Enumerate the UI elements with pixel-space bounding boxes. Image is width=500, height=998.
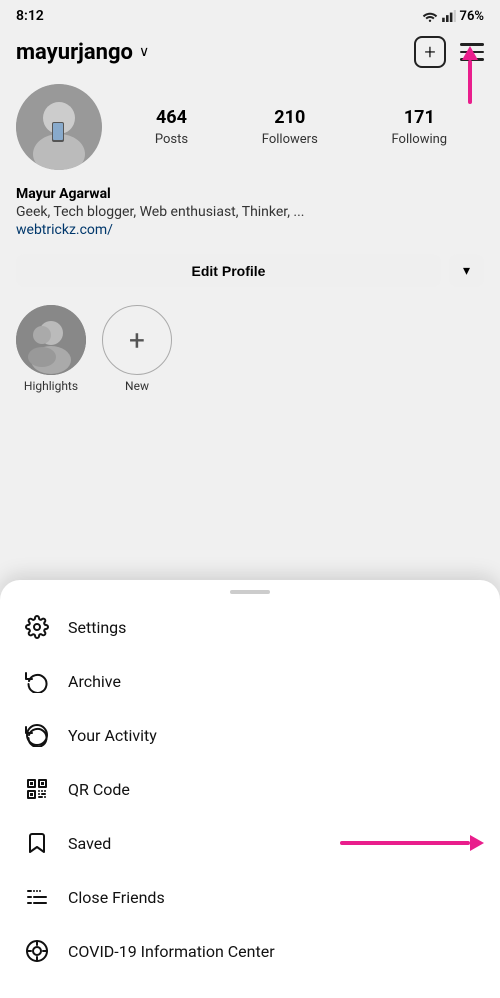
settings-label: Settings [68, 618, 126, 637]
menu-item-closefriends[interactable]: Close Friends [0, 870, 500, 924]
avatar-image [16, 84, 102, 170]
add-highlight-icon: + [129, 324, 145, 357]
battery-text: 76% [460, 9, 484, 24]
posts-count: 464 [155, 107, 188, 128]
profile-bio: Mayur Agarwal Geek, Tech blogger, Web en… [0, 182, 500, 248]
highlights-row: Highlights + New [0, 297, 500, 403]
hamburger-line-1 [460, 43, 484, 46]
bio-link[interactable]: webtrickz.com/ [16, 222, 484, 238]
saved-icon [24, 830, 50, 856]
signal-icon [442, 10, 456, 22]
closefriends-icon [24, 884, 50, 910]
qrcode-label: QR Code [68, 780, 130, 799]
qrcode-icon [24, 776, 50, 802]
highlight-item-0[interactable]: Highlights [16, 305, 86, 393]
menu-item-qrcode[interactable]: QR Code [0, 762, 500, 816]
archive-icon [24, 668, 50, 694]
edit-profile-button[interactable]: Edit Profile [16, 254, 441, 287]
hamburger-line-2 [460, 51, 484, 54]
following-stat[interactable]: 171 Following [392, 107, 448, 147]
menu-item-saved[interactable]: Saved [0, 816, 500, 870]
highlight-item-1[interactable]: + New [102, 305, 172, 393]
archive-label: Archive [68, 672, 121, 691]
highlight-image-0 [16, 305, 86, 375]
profile-stats: 464 Posts 210 Followers 171 Following [0, 76, 500, 182]
status-time: 8:12 [16, 8, 44, 24]
following-label: Following [392, 132, 448, 147]
avatar[interactable] [16, 84, 102, 170]
menu-item-activity[interactable]: Your Activity [0, 708, 500, 762]
highlight-circle-0 [16, 305, 86, 375]
highlight-label-1: New [125, 379, 149, 393]
following-count: 171 [392, 107, 448, 128]
dropdown-icon: ▾ [463, 262, 470, 278]
header-icons: + [414, 36, 484, 68]
username-row[interactable]: mayurjango ∨ [16, 40, 149, 65]
profile-header: mayurjango ∨ + [0, 28, 500, 76]
bottom-sheet-handle [230, 590, 270, 594]
edit-profile-row: Edit Profile ▾ [0, 248, 500, 297]
saved-label: Saved [68, 834, 111, 853]
bio-text: Geek, Tech blogger, Web enthusiast, Thin… [16, 204, 484, 220]
hamburger-line-3 [460, 58, 484, 61]
bio-name: Mayur Agarwal [16, 186, 484, 202]
chevron-down-icon[interactable]: ∨ [139, 44, 149, 60]
posts-label: Posts [155, 132, 188, 147]
add-post-button[interactable]: + [414, 36, 446, 68]
bottom-sheet: Settings Archive Your Activity [0, 580, 500, 998]
profile-dropdown-button[interactable]: ▾ [449, 254, 484, 287]
arrow-to-saved [340, 835, 484, 851]
followers-label: Followers [262, 132, 318, 147]
highlight-add-circle[interactable]: + [102, 305, 172, 375]
closefriends-label: Close Friends [68, 888, 165, 907]
covid-icon [24, 938, 50, 964]
highlight-label-0: Highlights [24, 379, 78, 393]
status-icons: 76% [422, 9, 484, 24]
covid-label: COVID-19 Information Center [68, 942, 275, 961]
posts-stat[interactable]: 464 Posts [155, 107, 188, 147]
menu-item-covid[interactable]: COVID-19 Information Center [0, 924, 500, 978]
menu-item-archive[interactable]: Archive [0, 654, 500, 708]
followers-stat[interactable]: 210 Followers [262, 107, 318, 147]
activity-label: Your Activity [68, 726, 157, 745]
add-icon: + [424, 40, 435, 64]
settings-icon [24, 614, 50, 640]
followers-count: 210 [262, 107, 318, 128]
hamburger-menu-button[interactable] [460, 43, 484, 61]
username: mayurjango [16, 40, 133, 65]
menu-item-settings[interactable]: Settings [0, 600, 500, 654]
wifi-icon [422, 10, 438, 22]
activity-icon [24, 722, 50, 748]
status-bar: 8:12 76% [0, 0, 500, 28]
stats-container: 464 Posts 210 Followers 171 Following [118, 107, 484, 147]
